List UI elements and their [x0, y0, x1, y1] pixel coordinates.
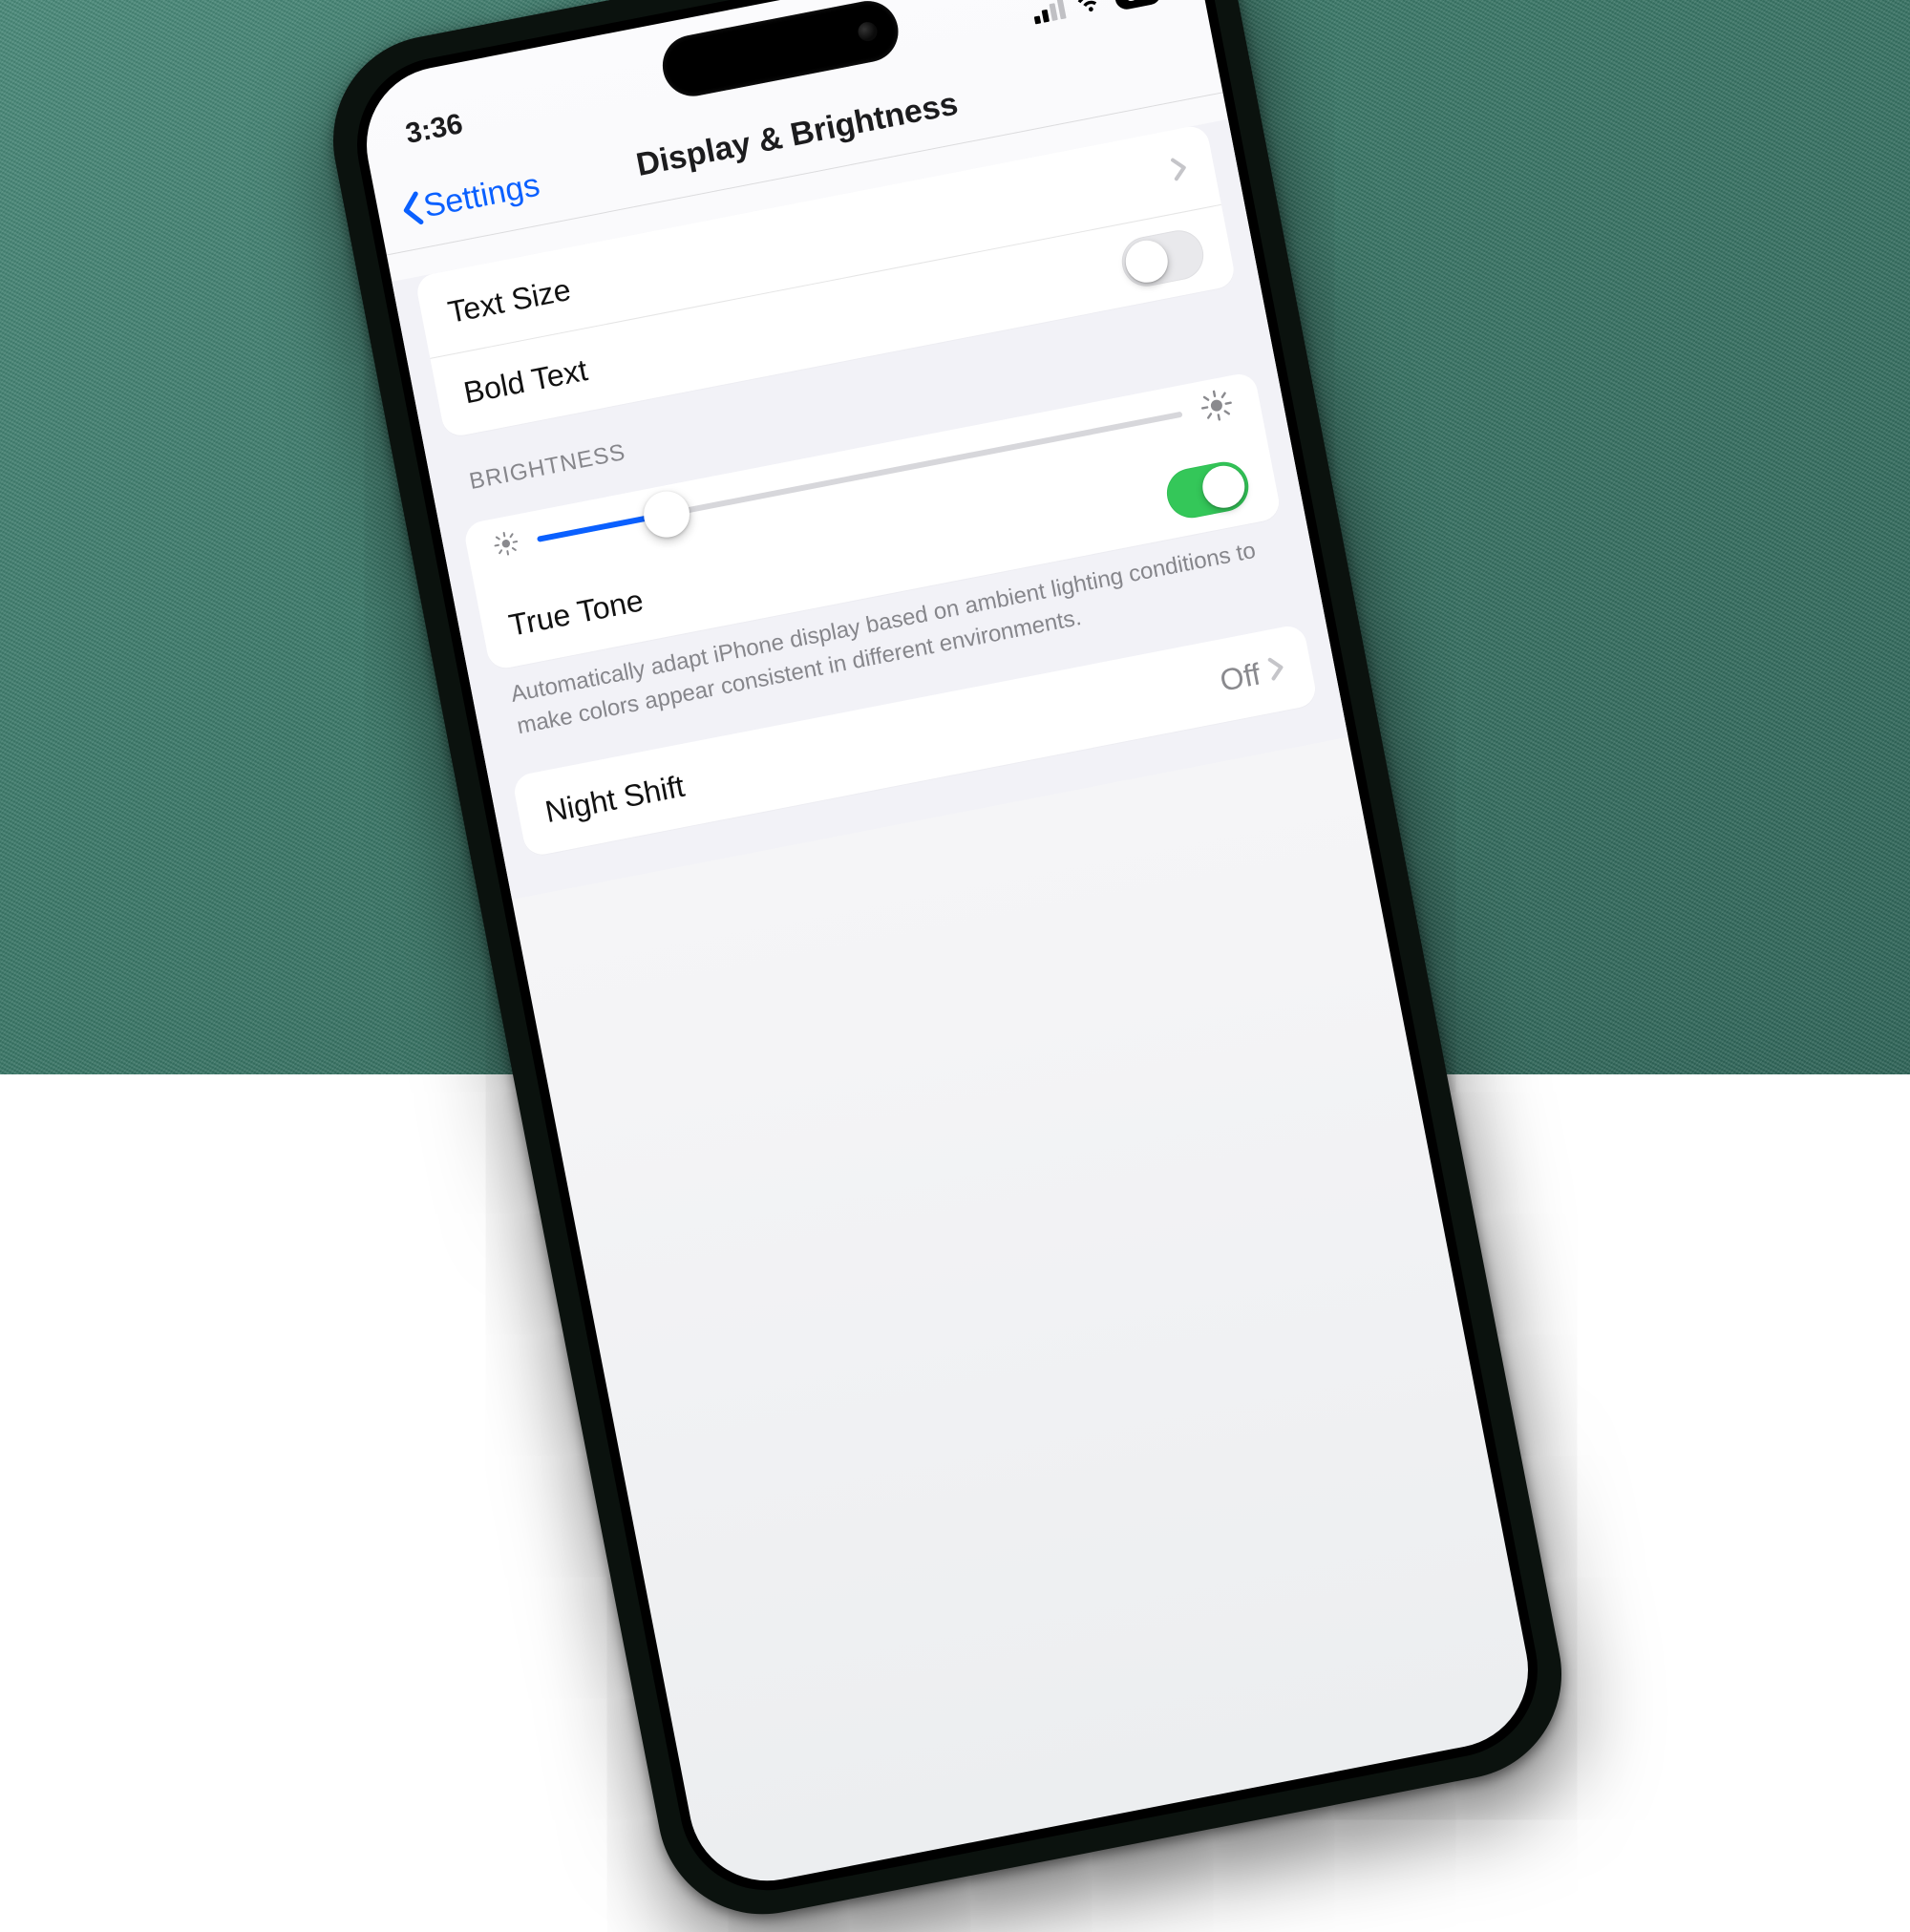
brightness-thumb[interactable] — [640, 487, 693, 541]
text-size-label: Text Size — [445, 271, 574, 329]
battery-percent: 59 — [1123, 0, 1152, 8]
chevron-right-icon — [1169, 152, 1191, 189]
bold-text-toggle[interactable] — [1117, 225, 1207, 289]
chevron-right-icon — [1266, 651, 1288, 689]
back-button[interactable]: Settings — [398, 166, 543, 229]
true-tone-label: True Tone — [506, 583, 647, 643]
true-tone-toggle[interactable] — [1162, 457, 1252, 521]
status-time: 3:36 — [403, 108, 465, 151]
battery-indicator: 59 — [1113, 0, 1163, 11]
wifi-icon — [1073, 0, 1106, 15]
back-label: Settings — [420, 166, 542, 225]
cellular-signal-icon — [1031, 0, 1067, 24]
sun-max-icon — [1198, 386, 1237, 429]
night-shift-value: Off — [1217, 656, 1263, 698]
sun-min-icon — [491, 528, 520, 562]
night-shift-label: Night Shift — [542, 768, 688, 829]
bold-text-label: Bold Text — [461, 352, 591, 411]
